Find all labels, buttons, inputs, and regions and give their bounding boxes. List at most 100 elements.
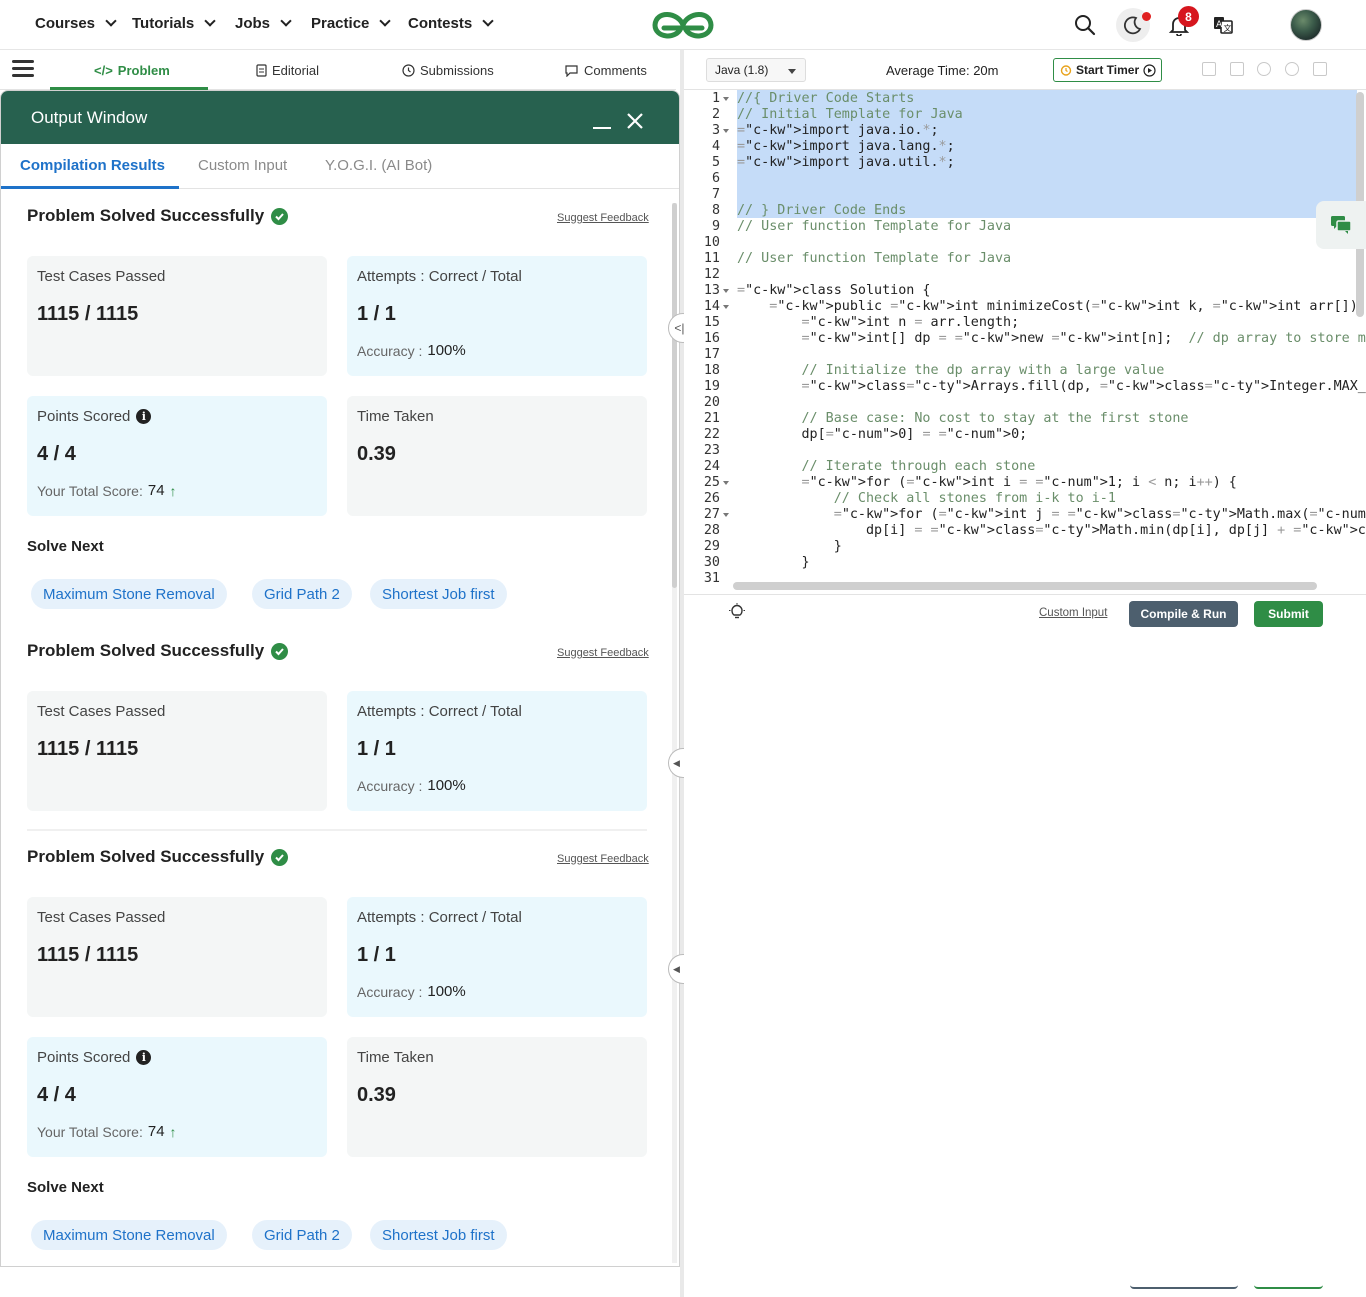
custom-input-link[interactable]: Custom Input bbox=[1039, 607, 1107, 619]
chat-button[interactable] bbox=[1316, 201, 1366, 249]
output-tab-indicator bbox=[1, 186, 179, 189]
attempts-label: Attempts : Correct / Total bbox=[357, 909, 522, 926]
line-number: 9 bbox=[711, 219, 720, 234]
code-line[interactable]: dp[i] = ="c-kw">class="c-ty">Math.min(dp… bbox=[737, 523, 1366, 539]
code-line[interactable]: } bbox=[737, 555, 809, 571]
gfg-logo[interactable] bbox=[650, 6, 716, 44]
fold-arrow-icon[interactable] bbox=[723, 289, 729, 293]
fold-arrow-icon[interactable] bbox=[723, 305, 729, 309]
tab-comments[interactable]: Comments bbox=[564, 50, 647, 90]
copy-icon[interactable] bbox=[1202, 62, 1216, 76]
code-line[interactable]: // Initial Template for Java bbox=[737, 107, 963, 123]
test-cases-label: Test Cases Passed bbox=[37, 703, 166, 720]
svg-text:A: A bbox=[1216, 20, 1223, 30]
close-icon[interactable] bbox=[625, 111, 645, 131]
start-timer-button[interactable]: Start Timer bbox=[1053, 58, 1162, 82]
compile-run-button[interactable]: Compile & Run bbox=[1129, 601, 1238, 627]
fold-arrow-icon[interactable] bbox=[723, 97, 729, 101]
code-editor[interactable]: 1 2 3 4 5 6 7 8 9 10 11 12 13 14 15 16 17 18 19 20 21 22 23 24 2… bbox=[684, 90, 1366, 592]
code-line[interactable]: ="c-kw">import java.lang.*; bbox=[737, 139, 955, 155]
code-line[interactable]: ="c-kw">for (="c-kw">int j = ="c-kw">cla… bbox=[737, 507, 1366, 523]
check-circle-icon bbox=[271, 207, 289, 225]
suggest-feedback-link[interactable]: Suggest Feedback bbox=[557, 647, 649, 659]
ghost-submit-outline bbox=[1254, 1285, 1323, 1289]
code-line[interactable]: // Iterate through each stone bbox=[737, 459, 1036, 475]
nav-practice[interactable]: Practice bbox=[311, 15, 392, 32]
fullscreen-icon[interactable] bbox=[1313, 62, 1327, 76]
export-icon[interactable] bbox=[1230, 62, 1244, 76]
points-card: Points Scored i 4 / 4 Your Total Score: … bbox=[27, 1037, 327, 1157]
suggested-problem-chip[interactable]: Maximum Stone Removal bbox=[31, 1220, 227, 1250]
suggested-problem-chip[interactable]: Grid Path 2 bbox=[252, 1220, 352, 1250]
points-label: Points Scored bbox=[37, 1049, 131, 1066]
tab-yogi-ai-bot[interactable]: Y.O.G.I. (AI Bot) bbox=[325, 157, 432, 174]
tab-problem[interactable]: </> Problem bbox=[94, 50, 170, 90]
fold-arrow-icon[interactable] bbox=[723, 513, 729, 517]
code-line[interactable]: ="c-kw">for (="c-kw">int i = ="c-num">1;… bbox=[737, 475, 1237, 491]
settings-icon[interactable] bbox=[1257, 62, 1271, 76]
test-cases-value: 1115 / 1115 bbox=[37, 303, 139, 325]
translate-icon[interactable]: A文 bbox=[1208, 10, 1238, 40]
nav-contests-label: Contests bbox=[408, 15, 473, 32]
tab-compilation-results[interactable]: Compilation Results bbox=[20, 157, 165, 174]
code-line[interactable]: // User function Template for Java bbox=[737, 219, 1011, 235]
attempts-card: Attempts : Correct / Total 1 / 1 Accurac… bbox=[347, 691, 647, 811]
top-navbar: Courses Tutorials Jobs Practice Contests… bbox=[0, 0, 1366, 50]
chevron-down-icon bbox=[379, 15, 392, 27]
info-icon[interactable]: i bbox=[136, 1050, 152, 1065]
result-title-text: Problem Solved Successfully bbox=[27, 641, 265, 660]
code-line[interactable]: // User function Template for Java bbox=[737, 251, 1011, 267]
line-number: 13 bbox=[703, 283, 720, 298]
nav-courses[interactable]: Courses bbox=[35, 15, 117, 32]
code-line[interactable]: // Base case: No cost to stay at the fir… bbox=[737, 411, 1189, 427]
time-taken-value: 0.39 bbox=[357, 443, 396, 465]
nav-jobs[interactable]: Jobs bbox=[235, 15, 292, 32]
suggested-problem-chip[interactable]: Maximum Stone Removal bbox=[31, 579, 227, 609]
total-score-value: 74 bbox=[147, 482, 165, 499]
fold-arrow-icon[interactable] bbox=[723, 481, 729, 485]
code-line[interactable]: // } Driver Code Ends bbox=[737, 203, 906, 219]
code-line[interactable]: ="c-kw">public ="c-kw">int minimizeCost(… bbox=[737, 299, 1366, 315]
code-line[interactable]: ="c-kw">class="c-ty">Arrays.fill(dp, ="c… bbox=[737, 379, 1366, 395]
menu-icon[interactable] bbox=[12, 60, 34, 78]
user-avatar[interactable] bbox=[1290, 9, 1322, 41]
line-number: 19 bbox=[703, 379, 720, 394]
suggest-feedback-link[interactable]: Suggest Feedback bbox=[557, 853, 649, 865]
submit-button[interactable]: Submit bbox=[1254, 601, 1323, 627]
code-line[interactable]: //{ Driver Code Starts bbox=[737, 91, 914, 107]
output-window: Output Window Compilation Results Custom… bbox=[0, 90, 680, 1267]
tab-editorial[interactable]: Editorial bbox=[256, 50, 319, 90]
fold-arrow-icon[interactable] bbox=[723, 129, 729, 133]
tab-submissions[interactable]: Submissions bbox=[402, 50, 494, 90]
code-line[interactable]: ="c-kw">int[] dp = ="c-kw">new ="c-kw">i… bbox=[737, 331, 1366, 347]
code-line[interactable]: // Check all stones from i-k to i-1 bbox=[737, 491, 1116, 507]
test-cases-card: Test Cases Passed 1115 / 1115 bbox=[27, 897, 327, 1017]
reset-icon[interactable] bbox=[1285, 62, 1299, 76]
info-icon[interactable]: i bbox=[136, 409, 152, 424]
code-line[interactable]: ="c-kw">class Solution { bbox=[737, 283, 931, 299]
minimize-icon[interactable] bbox=[593, 127, 611, 129]
search-icon[interactable] bbox=[1070, 10, 1100, 40]
tab-custom-input[interactable]: Custom Input bbox=[198, 157, 287, 174]
output-scrollbar-thumb[interactable] bbox=[672, 203, 677, 588]
code-line[interactable]: ="c-kw">int n = arr.length; bbox=[737, 315, 1020, 331]
code-line[interactable]: ="c-kw">import java.io.*; bbox=[737, 123, 939, 139]
suggested-problem-chip[interactable]: Shortest Job first bbox=[370, 579, 507, 609]
accuracy-value: 100% bbox=[427, 342, 466, 359]
nav-contests[interactable]: Contests bbox=[408, 15, 494, 32]
solve-next-heading: Solve Next bbox=[27, 1179, 104, 1196]
code-line[interactable]: } bbox=[737, 539, 842, 555]
tab-comments-label: Comments bbox=[584, 62, 647, 78]
code-line[interactable]: ="c-kw">import java.util.*; bbox=[737, 155, 955, 171]
line-number: 26 bbox=[703, 491, 720, 506]
suggest-feedback-link[interactable]: Suggest Feedback bbox=[557, 212, 649, 224]
nav-tutorials[interactable]: Tutorials bbox=[132, 15, 216, 32]
suggested-problem-chip[interactable]: Grid Path 2 bbox=[252, 579, 352, 609]
code-line[interactable]: // Initialize the dp array with a large … bbox=[737, 363, 1165, 379]
arrow-up-icon: ↑ bbox=[169, 482, 177, 499]
code-line[interactable]: dp[="c-num">0] = ="c-num">0; bbox=[737, 427, 1027, 443]
line-number: 5 bbox=[711, 155, 720, 170]
editor-horizontal-scrollbar[interactable] bbox=[733, 582, 1317, 590]
suggested-problem-chip[interactable]: Shortest Job first bbox=[370, 1220, 507, 1250]
lightbulb-icon[interactable] bbox=[727, 602, 747, 622]
